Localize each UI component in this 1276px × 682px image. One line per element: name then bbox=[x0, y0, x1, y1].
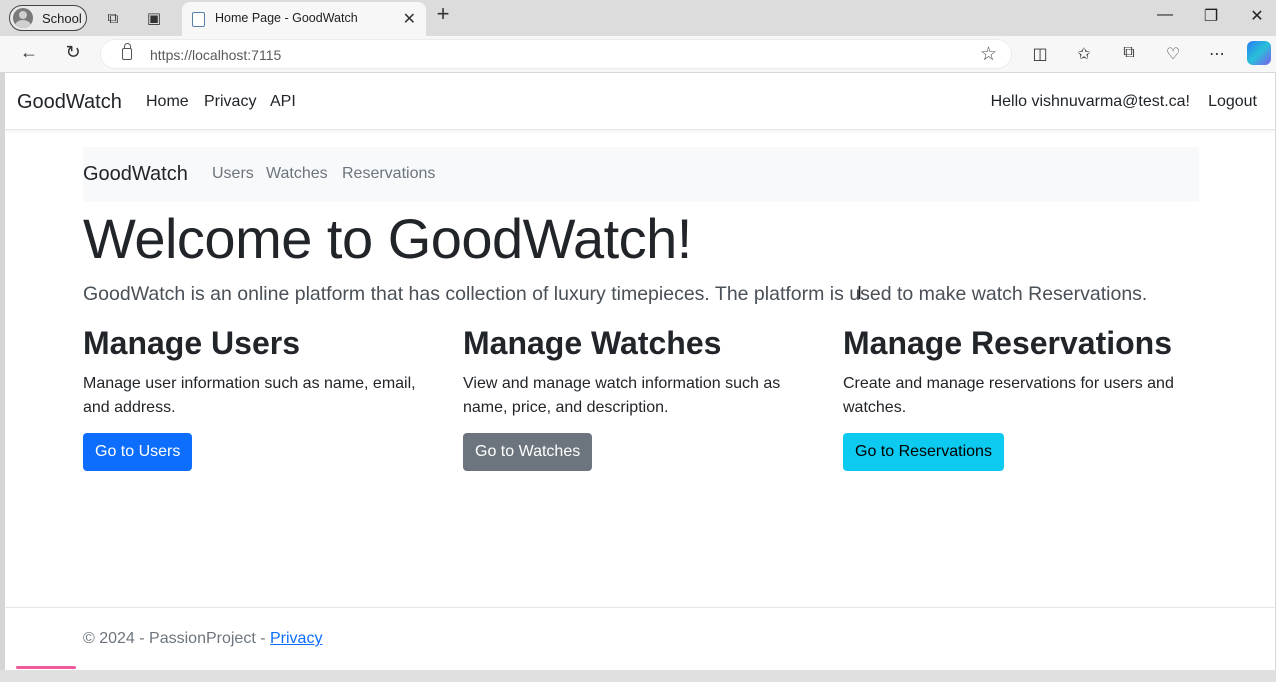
favorite-star-icon[interactable]: ☆ bbox=[980, 43, 997, 66]
browser-tab-bar: School ⧉ ▣ Home Page - GoodWatch ✕ + — ❐… bbox=[0, 0, 1276, 36]
card-title: Manage Reservations bbox=[843, 325, 1173, 361]
card-text: Manage user information such as name, em… bbox=[83, 375, 416, 416]
browser-essentials-icon[interactable]: ♡ bbox=[1162, 44, 1184, 64]
url-field[interactable]: https://localhost:7115 ☆ bbox=[100, 39, 1012, 69]
subnav-link-users[interactable]: Users bbox=[212, 165, 254, 183]
lock-icon bbox=[122, 43, 132, 60]
favorites-icon[interactable]: ✩ bbox=[1073, 44, 1095, 64]
secondary-navbar: GoodWatch Users Watches Reservations bbox=[83, 147, 1199, 202]
page-viewport: GoodWatch Home Privacy API Hello vishnuv… bbox=[5, 73, 1275, 670]
close-tab-icon[interactable]: ✕ bbox=[403, 9, 416, 29]
card-text: Create and manage reservations for users… bbox=[843, 375, 1174, 416]
copilot-icon[interactable] bbox=[1247, 41, 1271, 65]
lead-paragraph: GoodWatch is an online platform that has… bbox=[83, 283, 1148, 305]
secondary-brand[interactable]: GoodWatch bbox=[83, 163, 188, 186]
app-navbar: GoodWatch Home Privacy API Hello vishnuv… bbox=[5, 73, 1275, 130]
refresh-icon[interactable]: ↻ bbox=[61, 42, 85, 63]
go-to-users-button[interactable]: Go to Users bbox=[83, 433, 193, 471]
new-tab-icon[interactable]: + bbox=[433, 1, 453, 26]
close-window-icon[interactable]: ✕ bbox=[1246, 6, 1268, 26]
split-screen-icon[interactable]: ◫ bbox=[1029, 44, 1051, 64]
go-to-watches-button[interactable]: Go to Watches bbox=[463, 433, 593, 471]
subnav-link-watches[interactable]: Watches bbox=[266, 165, 328, 183]
card-manage-reservations: Manage Reservations Create and manage re… bbox=[843, 325, 1193, 471]
url-text: https://localhost:7115 bbox=[150, 47, 282, 63]
copyright-text: © 2024 - PassionProject - bbox=[83, 630, 270, 647]
loading-indicator bbox=[16, 666, 76, 669]
subnav-link-reservations[interactable]: Reservations bbox=[342, 165, 435, 183]
user-greeting-link[interactable]: Hello vishnuvarma@test.ca! bbox=[991, 93, 1190, 111]
card-title: Manage Users bbox=[83, 325, 300, 361]
page-footer: © 2024 - PassionProject - Privacy bbox=[5, 607, 1275, 670]
back-arrow-icon[interactable]: ← bbox=[17, 42, 41, 63]
profile-button[interactable]: School bbox=[9, 5, 87, 31]
logout-button[interactable]: Logout bbox=[1208, 93, 1257, 111]
bottom-strip bbox=[0, 670, 1276, 682]
card-manage-users: Manage Users Manage user information suc… bbox=[83, 325, 433, 471]
workspaces-icon[interactable]: ⧉ bbox=[103, 8, 123, 28]
card-text: View and manage watch information such a… bbox=[463, 375, 781, 416]
nav-link-api[interactable]: API bbox=[270, 93, 296, 111]
profile-avatar-icon bbox=[13, 8, 33, 28]
minimize-icon[interactable]: — bbox=[1154, 6, 1176, 24]
tab-actions-icon[interactable]: ▣ bbox=[144, 8, 164, 28]
more-options-icon[interactable]: ⋯ bbox=[1206, 44, 1228, 64]
footer-text: © 2024 - PassionProject - Privacy bbox=[83, 630, 322, 648]
collections-icon[interactable]: ⧉ bbox=[1118, 44, 1140, 62]
card-manage-watches: Manage Watches View and manage watch inf… bbox=[463, 325, 813, 471]
browser-tab-active[interactable]: Home Page - GoodWatch ✕ bbox=[182, 2, 426, 36]
footer-privacy-link[interactable]: Privacy bbox=[270, 630, 322, 647]
nav-link-home[interactable]: Home bbox=[146, 93, 189, 111]
restore-icon[interactable]: ❐ bbox=[1200, 6, 1222, 26]
navbar-brand[interactable]: GoodWatch bbox=[17, 91, 122, 114]
profile-label: School bbox=[42, 10, 82, 26]
text-cursor-icon: I bbox=[857, 283, 863, 303]
tab-title: Home Page - GoodWatch bbox=[215, 11, 358, 25]
nav-link-privacy[interactable]: Privacy bbox=[204, 93, 256, 111]
page-title: Welcome to GoodWatch! bbox=[83, 207, 692, 270]
card-title: Manage Watches bbox=[463, 325, 722, 361]
browser-address-bar: ← ↻ https://localhost:7115 ☆ ◫ ✩ ⧉ ♡ ⋯ bbox=[0, 36, 1276, 72]
page-favicon-icon bbox=[192, 12, 205, 27]
go-to-reservations-button[interactable]: Go to Reservations bbox=[843, 433, 1004, 471]
